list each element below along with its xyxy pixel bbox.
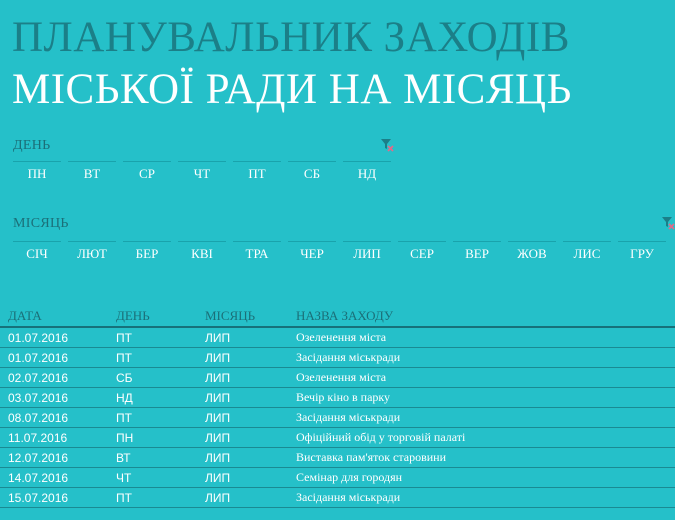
cell-event-name: Засідання міськради (296, 410, 401, 424)
table-row[interactable]: 03.07.2016 НД ЛИП Вечір кіно в парку (0, 388, 675, 408)
month-slicer-item[interactable]: КВІ (178, 241, 226, 263)
day-slicer-item[interactable]: НД (343, 161, 391, 183)
month-slicer-item[interactable]: БЕР (123, 241, 171, 263)
cell-month: ЛИП (205, 450, 231, 465)
cell-event-name: Засідання міськради (296, 490, 401, 504)
month-slicer-item[interactable]: ЧЕР (288, 241, 336, 263)
day-slicer-item[interactable]: СБ (288, 161, 336, 183)
month-slicer-item[interactable]: ЖОВ (508, 241, 556, 263)
cell-date: 01.07.2016 (8, 330, 69, 345)
day-slicer-item[interactable]: ПТ (233, 161, 281, 183)
header-day[interactable]: ДЕНЬ (108, 308, 197, 326)
day-slicer-item[interactable]: ПН (13, 161, 61, 183)
month-slicer-item[interactable]: СЕР (398, 241, 446, 263)
cell-event-name: Озеленення міста (296, 370, 387, 384)
month-slicer-title: МІСЯЦЬ (13, 216, 69, 231)
events-table: ДАТА ДЕНЬ МІСЯЦЬ НАЗВА ЗАХОДУ 01.07.2016… (0, 308, 675, 508)
cell-day: НД (116, 390, 133, 405)
month-clear-filter-icon[interactable] (661, 216, 675, 230)
cell-date: 08.07.2016 (8, 410, 69, 425)
cell-date: 02.07.2016 (8, 370, 69, 385)
cell-day: СБ (116, 370, 133, 385)
day-slicer-item[interactable]: ЧТ (178, 161, 226, 183)
day-slicer-item[interactable]: СР (123, 161, 171, 183)
cell-month: ЛИП (205, 490, 231, 505)
cell-event-name: Озеленення міста (296, 330, 387, 344)
cell-event-name: Засідання міськради (296, 350, 401, 364)
month-slicer-item[interactable]: ЛИП (343, 241, 391, 263)
cell-date: 01.07.2016 (8, 350, 69, 365)
cell-month: ЛИП (205, 410, 231, 425)
month-slicer-item[interactable]: СІЧ (13, 241, 61, 263)
cell-date: 15.07.2016 (8, 490, 69, 505)
cell-day: ПТ (116, 490, 132, 505)
cell-event-name: Офіційний обід у торговій палаті (296, 430, 466, 444)
cell-month: ЛИП (205, 370, 231, 385)
day-slicer-title: ДЕНЬ (13, 138, 51, 153)
cell-day: ПТ (116, 330, 132, 345)
cell-day: ПТ (116, 350, 132, 365)
cell-date: 12.07.2016 (8, 450, 69, 465)
cell-month: ЛИП (205, 470, 231, 485)
cell-month: ЛИП (205, 430, 231, 445)
cell-date: 03.07.2016 (8, 390, 69, 405)
page-title-line2: МІСЬКОЇ РАДИ НА МІСЯЦЬ (12, 66, 572, 113)
table-row[interactable]: 12.07.2016 ВТ ЛИП Виставка пам'яток старови… (0, 448, 675, 468)
day-clear-filter-icon[interactable] (380, 138, 394, 152)
month-slicer-item[interactable]: ЛЮТ (68, 241, 116, 263)
table-header: ДАТА ДЕНЬ МІСЯЦЬ НАЗВА ЗАХОДУ (0, 308, 675, 328)
cell-event-name: Виставка пам'яток старовини (296, 450, 447, 464)
header-date[interactable]: ДАТА (0, 308, 108, 326)
cell-month: ЛИП (205, 330, 231, 345)
table-row[interactable]: 01.07.2016 ПТ ЛИП Озеленення міста (0, 328, 675, 348)
cell-day: ПТ (116, 410, 132, 425)
month-slicer-item[interactable]: ВЕР (453, 241, 501, 263)
table-body: 01.07.2016 ПТ ЛИП Озеленення міста 01.07.201… (0, 328, 675, 508)
month-slicer: СІЧ ЛЮТ БЕР КВІ ТРА ЧЕР ЛИП СЕР ВЕР ЖОВ ЛИС ГРУ (13, 241, 673, 263)
table-row[interactable]: 15.07.2016 ПТ ЛИП Засідання міськради (0, 488, 675, 508)
cell-day: ЧТ (116, 470, 132, 485)
cell-day: ПН (116, 430, 134, 445)
month-slicer-item[interactable]: ЛИС (563, 241, 611, 263)
cell-date: 14.07.2016 (8, 470, 69, 485)
month-slicer-item[interactable]: ТРА (233, 241, 281, 263)
cell-month: ЛИП (205, 350, 231, 365)
header-month[interactable]: МІСЯЦЬ (197, 308, 286, 326)
table-row[interactable]: 14.07.2016 ЧТ ЛИП Семінар для городян (0, 468, 675, 488)
day-slicer-item[interactable]: ВТ (68, 161, 116, 183)
day-slicer: ПН ВТ СР ЧТ ПТ СБ НД (13, 161, 398, 183)
table-row[interactable]: 01.07.2016 ПТ ЛИП Засідання міськради (0, 348, 675, 368)
cell-month: ЛИП (205, 390, 231, 405)
header-event-name[interactable]: НАЗВА ЗАХОДУ (286, 308, 675, 326)
cell-event-name: Семінар для городян (296, 470, 403, 484)
cell-event-name: Вечір кіно в парку (296, 390, 391, 404)
cell-date: 11.07.2016 (8, 430, 68, 445)
cell-day: ВТ (116, 450, 131, 465)
table-row[interactable]: 11.07.2016 ПН ЛИП Офіційний обід у торговій… (0, 428, 675, 448)
month-slicer-item[interactable]: ГРУ (618, 241, 666, 263)
page-title-line1: ПЛАНУВАЛЬНИК ЗАХОДІВ (12, 14, 570, 61)
table-row[interactable]: 02.07.2016 СБ ЛИП Озеленення міста (0, 368, 675, 388)
table-row[interactable]: 08.07.2016 ПТ ЛИП Засідання міськради (0, 408, 675, 428)
